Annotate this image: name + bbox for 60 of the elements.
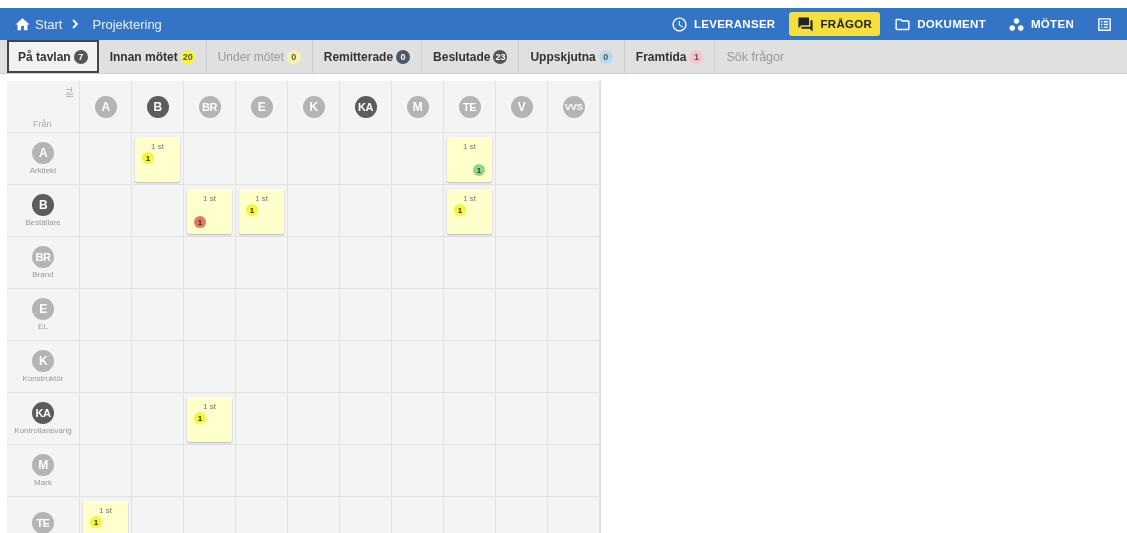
breadcrumb-link[interactable]: Projektering [92, 16, 162, 32]
nav-button[interactable]: FRÅGOR [789, 12, 881, 36]
card-count: 1 st [254, 194, 269, 203]
card-count: 1 st [462, 142, 477, 151]
row-label: Brand [32, 270, 54, 279]
chat-bubbles-icon [797, 15, 815, 33]
chevron-icon [72, 19, 79, 29]
avatar[interactable]: KA [354, 95, 377, 118]
count-badge: 20 [180, 49, 195, 64]
nav-button[interactable]: DOKUMENT [886, 12, 994, 36]
card-count: 1 st [202, 194, 217, 203]
card-count: 1 st [150, 142, 165, 151]
count-badge: 1 [454, 204, 466, 216]
breadcrumb-link[interactable]: Start [35, 16, 63, 32]
to-label: Till [64, 87, 74, 98]
avatar[interactable]: B [32, 194, 54, 216]
question-card[interactable]: 1 st 1 [83, 501, 128, 533]
count-badge: 1 [473, 164, 485, 176]
home-icon [14, 15, 31, 33]
question-card[interactable]: 1 st 1 [447, 137, 492, 182]
circles-icon [1007, 15, 1025, 33]
count-badge: 23 [493, 49, 508, 64]
tab[interactable]: Uppskjutna 0 [519, 40, 625, 73]
card-count: 1 st [202, 402, 217, 411]
row-label: Kontrollansvarig [14, 426, 72, 435]
count-badge: 1 [194, 412, 206, 424]
tab[interactable]: Innan mötet 20 [98, 40, 207, 73]
tab[interactable]: Remitterade 0 [312, 40, 423, 73]
question-card[interactable]: 1 st 1 [135, 137, 180, 182]
tab[interactable]: På tavlan 7 [7, 40, 99, 73]
count-badge: 1 [90, 516, 102, 528]
card-count: 1 st [462, 194, 477, 203]
count-badge: 1 [246, 204, 258, 216]
from-label: Från [33, 119, 52, 129]
question-card[interactable]: 1 st 1 [447, 189, 492, 234]
row-label: Mark [34, 478, 52, 487]
list-icon [1096, 15, 1113, 33]
question-card[interactable]: 1 st 1 [187, 189, 232, 234]
count-badge: 1 [142, 152, 154, 164]
row-label: Arkitekt [29, 166, 57, 175]
tab[interactable]: Framtida 1 [624, 40, 716, 73]
count-badge: 0 [396, 49, 411, 64]
tab[interactable]: Beslutade 23 [422, 40, 520, 73]
avatar[interactable]: B [146, 95, 169, 118]
row-label: Beställare [25, 218, 61, 227]
row-label: Konstruktör [22, 374, 64, 383]
card-count: 1 st [98, 506, 113, 515]
count-badge: 0 [598, 49, 613, 64]
row-label: EL [38, 322, 48, 331]
question-card[interactable]: 1 st 1 [239, 189, 284, 234]
nav-button[interactable]: LEVERANSER [662, 12, 784, 36]
count-badge: 1 [194, 216, 206, 228]
search-field[interactable]: Sök frågor [715, 40, 898, 73]
count-badge: 7 [73, 49, 88, 64]
avatar[interactable]: KA [32, 402, 54, 424]
question-card[interactable]: 1 st 1 [187, 397, 232, 442]
nav-button[interactable]: MÖTEN [999, 12, 1082, 36]
count-badge: 0 [286, 49, 301, 64]
count-badge: 1 [689, 49, 704, 64]
clock-icon [670, 15, 688, 33]
